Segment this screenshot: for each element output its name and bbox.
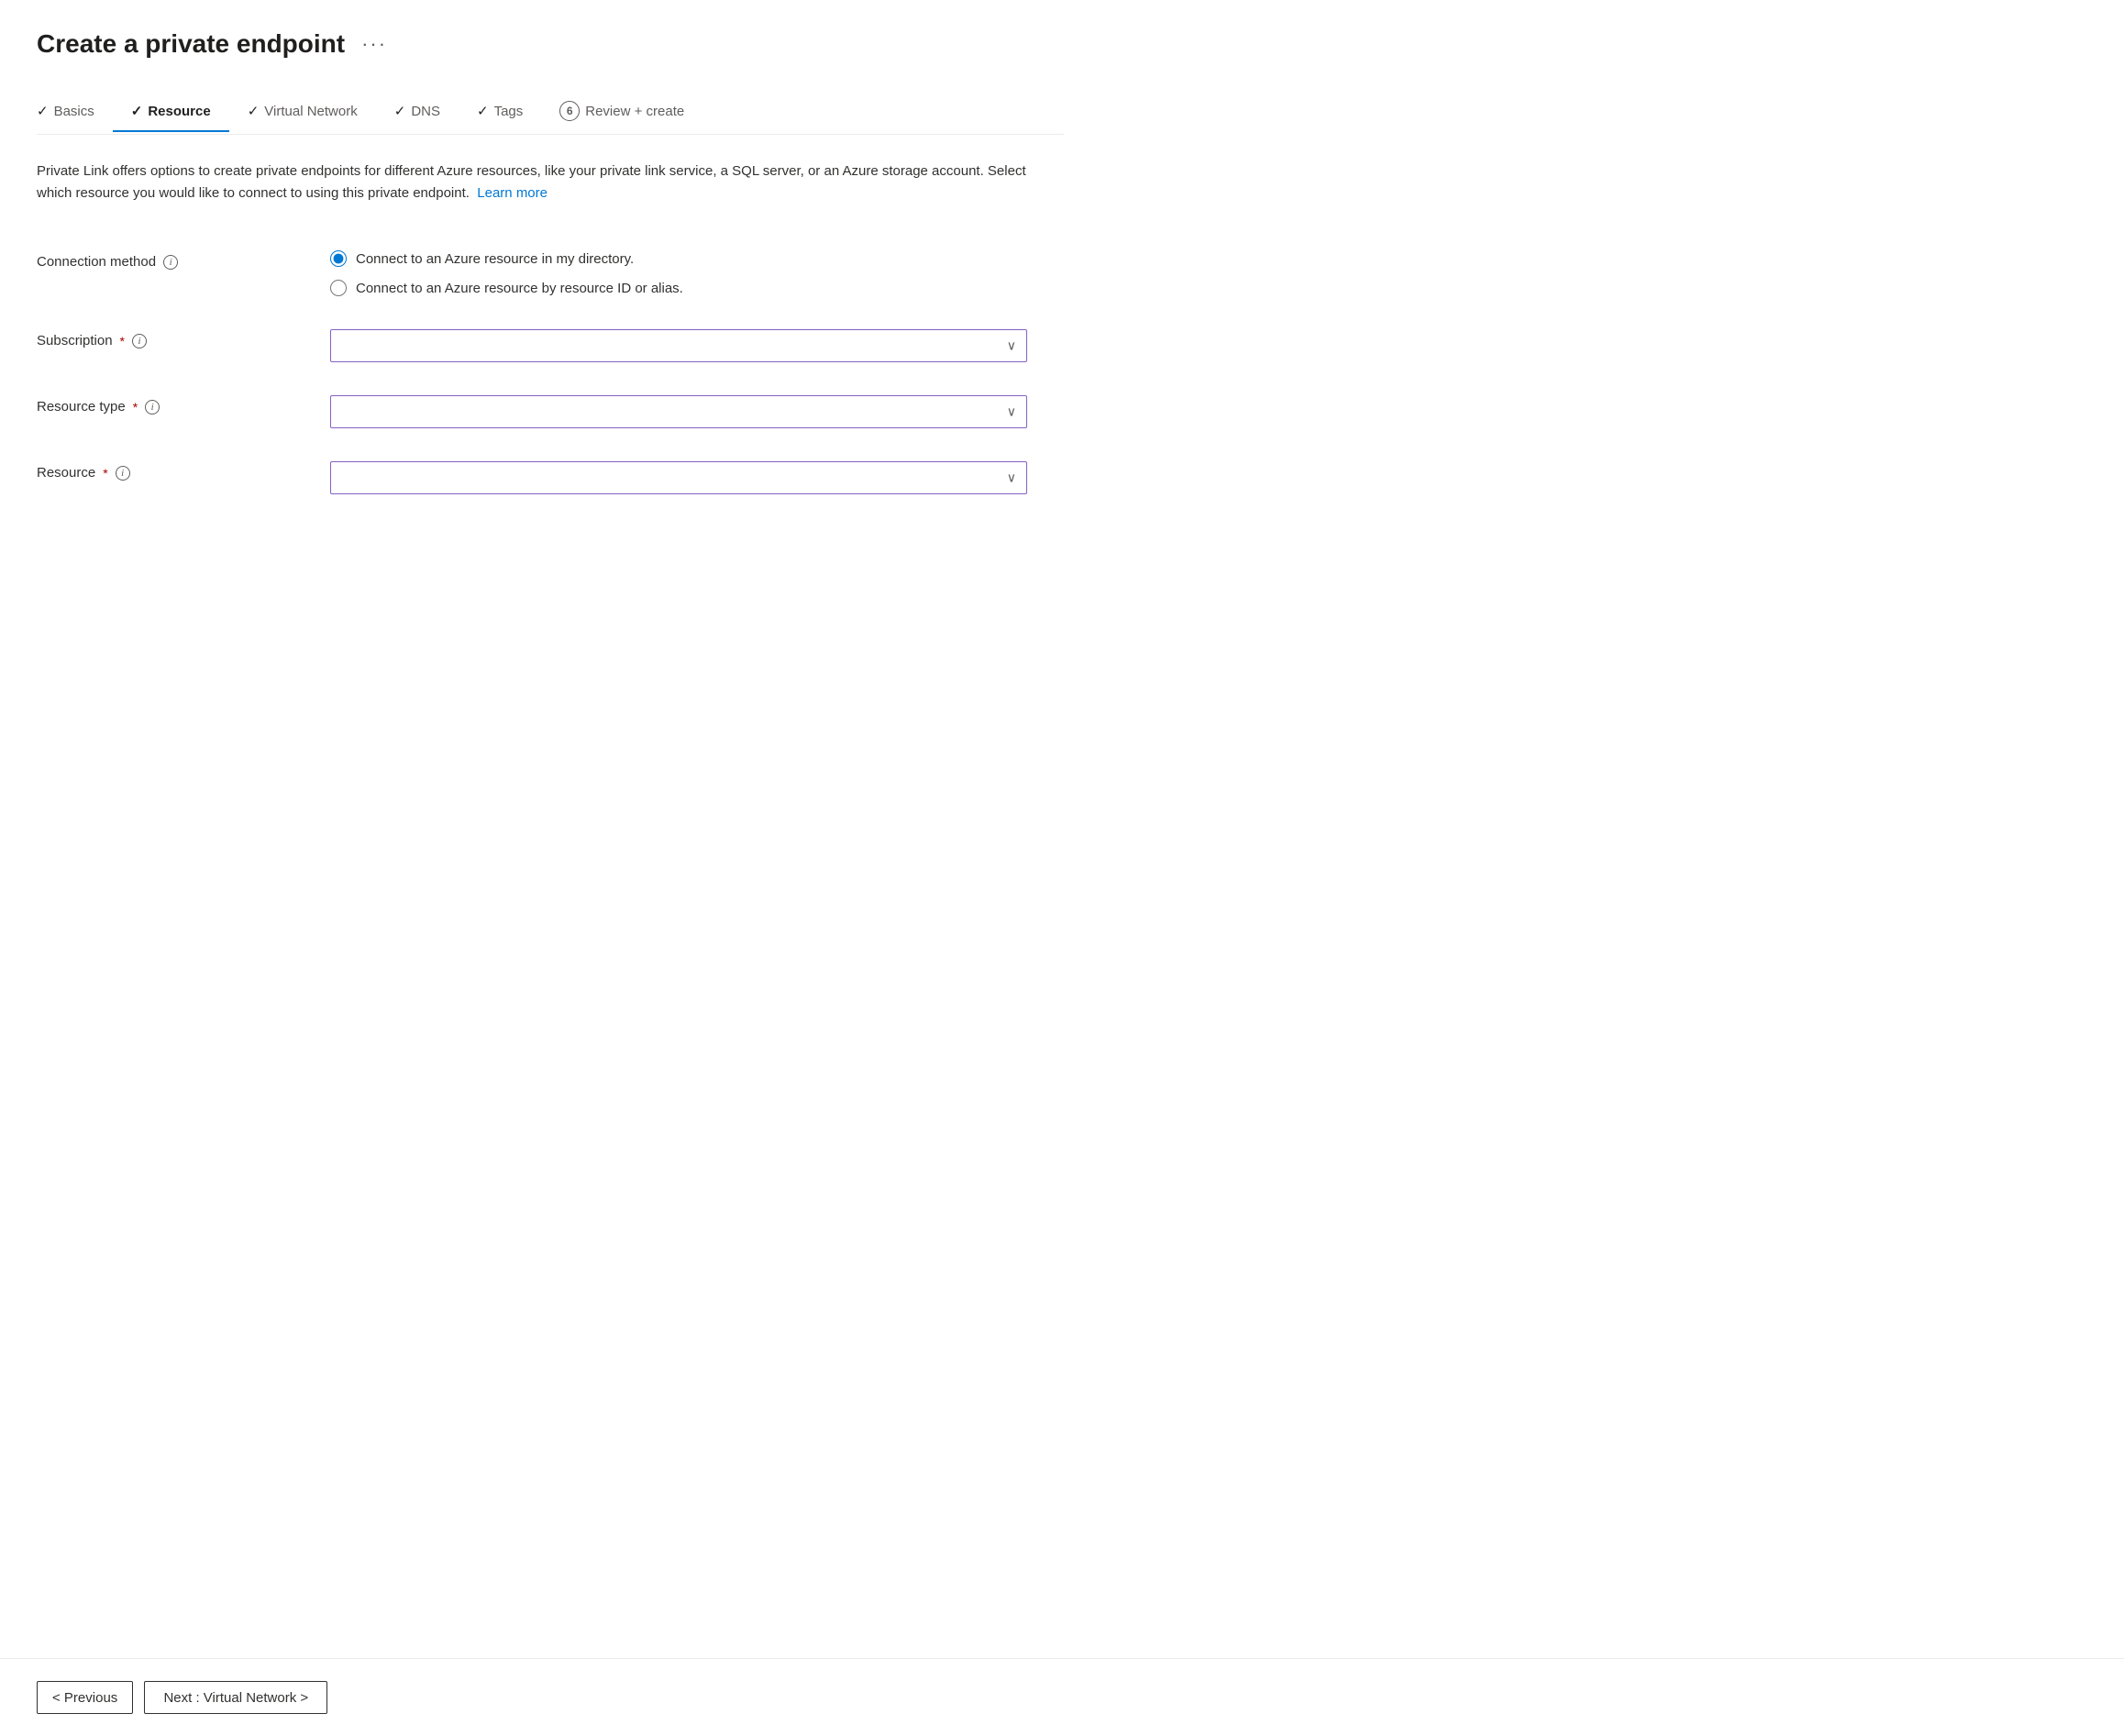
- form-section: Connection method i Connect to an Azure …: [37, 234, 1064, 511]
- subscription-required-star: *: [120, 334, 125, 348]
- radio-input-directory[interactable]: [330, 250, 347, 267]
- resource-row: Resource * i: [37, 445, 1064, 511]
- step-label-resource: Resource: [148, 104, 210, 119]
- radio-label-resource-id: Connect to an Azure resource by resource…: [356, 281, 683, 296]
- connection-method-radio-group: Connect to an Azure resource in my direc…: [330, 250, 1027, 296]
- resource-dropdown[interactable]: [330, 461, 1027, 494]
- subscription-label: Subscription: [37, 333, 113, 348]
- resource-control: [330, 461, 1027, 494]
- step-number-review: 6: [559, 101, 580, 121]
- connection-method-row: Connection method i Connect to an Azure …: [37, 234, 1064, 313]
- resource-type-row: Resource type * i: [37, 379, 1064, 445]
- radio-directory[interactable]: Connect to an Azure resource in my direc…: [330, 250, 1027, 267]
- ellipsis-button[interactable]: ···: [356, 30, 393, 58]
- step-label-tags: Tags: [494, 104, 524, 119]
- step-label-dns: DNS: [411, 104, 440, 119]
- resource-required-star: *: [103, 466, 107, 481]
- step-label-basics: Basics: [54, 104, 94, 119]
- connection-method-info-icon[interactable]: i: [163, 255, 178, 270]
- wizard-step-virtual-network[interactable]: ✓ Virtual Network: [229, 94, 376, 132]
- resource-label-col: Resource * i: [37, 461, 293, 481]
- bottom-navigation: < Previous Next : Virtual Network >: [0, 1658, 2124, 1736]
- resource-dropdown-wrapper: [330, 461, 1027, 494]
- subscription-label-col: Subscription * i: [37, 329, 293, 348]
- subscription-dropdown[interactable]: [330, 329, 1027, 362]
- resource-type-label-col: Resource type * i: [37, 395, 293, 415]
- resource-label: Resource: [37, 465, 95, 481]
- wizard-step-resource[interactable]: ✓ Resource: [113, 94, 229, 132]
- page-title-row: Create a private endpoint ···: [37, 29, 1064, 59]
- step-label-virtual-network: Virtual Network: [264, 104, 357, 119]
- check-icon-resource: ✓: [131, 103, 143, 119]
- resource-type-info-icon[interactable]: i: [145, 400, 160, 415]
- radio-input-resource-id[interactable]: [330, 280, 347, 296]
- wizard-step-dns[interactable]: ✓ DNS: [376, 94, 459, 132]
- check-icon-virtual-network: ✓: [248, 103, 260, 119]
- subscription-row: Subscription * i: [37, 313, 1064, 379]
- page-title: Create a private endpoint: [37, 29, 345, 59]
- resource-type-control: [330, 395, 1027, 428]
- wizard-steps: ✓ Basics ✓ Resource ✓ Virtual Network ✓ …: [37, 92, 1064, 135]
- resource-type-dropdown[interactable]: [330, 395, 1027, 428]
- wizard-step-tags[interactable]: ✓ Tags: [459, 94, 541, 132]
- learn-more-link[interactable]: Learn more: [477, 185, 548, 201]
- connection-method-label: Connection method: [37, 254, 156, 270]
- wizard-step-basics[interactable]: ✓ Basics: [37, 94, 113, 132]
- check-icon-basics: ✓: [37, 103, 49, 119]
- check-icon-tags: ✓: [477, 103, 489, 119]
- radio-resource-id[interactable]: Connect to an Azure resource by resource…: [330, 280, 1027, 296]
- check-icon-dns: ✓: [394, 103, 406, 119]
- wizard-step-review-create[interactable]: 6 Review + create: [541, 92, 702, 134]
- previous-button[interactable]: < Previous: [37, 1681, 133, 1714]
- next-button[interactable]: Next : Virtual Network >: [144, 1681, 327, 1714]
- description-paragraph: Private Link offers options to create pr…: [37, 160, 1045, 205]
- connection-method-label-col: Connection method i: [37, 250, 293, 270]
- connection-method-control: Connect to an Azure resource in my direc…: [330, 250, 1027, 296]
- subscription-dropdown-wrapper: [330, 329, 1027, 362]
- subscription-control: [330, 329, 1027, 362]
- resource-info-icon[interactable]: i: [116, 466, 130, 481]
- resource-type-label: Resource type: [37, 399, 126, 415]
- resource-type-required-star: *: [133, 400, 138, 415]
- radio-label-directory: Connect to an Azure resource in my direc…: [356, 251, 634, 267]
- resource-type-dropdown-wrapper: [330, 395, 1027, 428]
- subscription-info-icon[interactable]: i: [132, 334, 147, 348]
- step-label-review-create: Review + create: [585, 104, 684, 119]
